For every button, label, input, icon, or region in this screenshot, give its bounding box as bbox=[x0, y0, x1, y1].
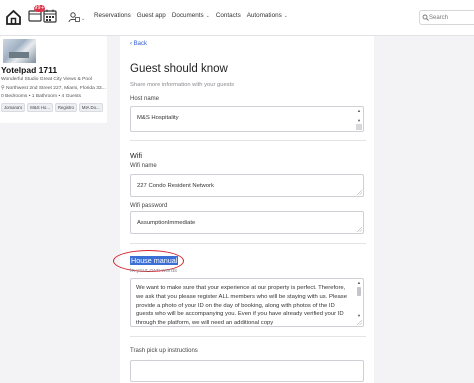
tag-chip[interactable]: Registro bbox=[54, 103, 77, 112]
chevron-down-icon: ⌄ bbox=[81, 16, 86, 22]
property-photo bbox=[3, 39, 36, 63]
host-name-value: M&S Hospitality bbox=[137, 115, 179, 121]
location-pin-icon: ⚲ bbox=[1, 86, 5, 91]
search-icon bbox=[422, 14, 429, 23]
house-manual-text: We want to make sure that your experienc… bbox=[136, 285, 347, 327]
wifi-password-field[interactable]: AssumptionImmediate bbox=[130, 211, 364, 234]
wifi-name-field[interactable]: 227 Condo Resident Network bbox=[130, 174, 364, 197]
nav-reservations[interactable]: Reservations bbox=[94, 12, 131, 19]
search-placeholder: Search bbox=[429, 14, 449, 21]
trash-label: Trash pick up instructions bbox=[130, 348, 198, 354]
resize-handle[interactable] bbox=[357, 227, 362, 232]
wifi-password-value: AssumptionImmediate bbox=[137, 220, 196, 226]
nav-automations-label: Automations bbox=[246, 12, 282, 19]
scroll-thumb[interactable] bbox=[357, 287, 361, 296]
nav-documents[interactable]: Documents ⌄ bbox=[172, 12, 210, 19]
scroll-down-icon[interactable]: ▼ bbox=[357, 313, 361, 318]
wifi-section-title: Wifi bbox=[130, 151, 142, 160]
host-name-label: Host name bbox=[130, 96, 160, 102]
house-manual-hint: In your own words bbox=[130, 268, 178, 274]
tag-chip[interactable]: MIA Do... bbox=[78, 103, 103, 112]
users-icon bbox=[68, 10, 80, 28]
home-icon[interactable] bbox=[5, 9, 22, 31]
scroll-up-icon[interactable]: ▲ bbox=[357, 280, 361, 285]
page-subtitle: Share more information with your guests bbox=[130, 82, 235, 88]
wifi-name-label: Wifi name bbox=[130, 163, 157, 169]
property-address-text: Northwest 2nd Street 227, Miami, Florida… bbox=[5, 86, 106, 91]
property-card[interactable]: Yotelpad 1711 Wonderful Studio Great Cit… bbox=[0, 36, 107, 123]
scrollbar[interactable]: ▲ ▼ bbox=[356, 108, 362, 123]
calendar-grid-icon[interactable] bbox=[43, 9, 57, 28]
nav-guest-app[interactable]: Guest app bbox=[137, 12, 166, 19]
tag-chip[interactable]: M&S Ho... bbox=[27, 103, 53, 112]
property-subtitle: Wonderful Studio Great City Views & Pool bbox=[1, 77, 92, 82]
nav-documents-label: Documents bbox=[171, 12, 204, 19]
resize-handle[interactable] bbox=[356, 124, 362, 130]
nav-contacts[interactable]: Contacts bbox=[216, 12, 241, 19]
wifi-name-value: 227 Condo Resident Network bbox=[137, 183, 214, 189]
property-tags: Jomana's M&S Ho... Registro MIA Do... bbox=[1, 103, 103, 112]
property-rooms: 0 Bedrooms • 1 Bathroom • 4 Guests bbox=[1, 94, 82, 99]
back-label: Back bbox=[133, 41, 148, 47]
host-name-field[interactable]: M&S Hospitality ▲ ▼ bbox=[130, 106, 364, 132]
divider bbox=[130, 140, 366, 141]
property-title: Yotelpad 1711 bbox=[1, 65, 58, 75]
wifi-password-label: Wifi password bbox=[130, 203, 168, 209]
main-nav: Reservations Guest app Documents ⌄ Contac… bbox=[94, 12, 288, 19]
trash-field[interactable] bbox=[130, 360, 364, 382]
user-menu-button[interactable]: ⌄ bbox=[68, 10, 85, 28]
chevron-down-icon: ⌄ bbox=[283, 12, 288, 19]
scroll-up-icon[interactable]: ▲ bbox=[357, 108, 361, 113]
tag-chip[interactable]: Jomana's bbox=[1, 103, 26, 112]
guest-info-panel bbox=[120, 36, 374, 383]
scrollbar[interactable]: ▲ ▼ bbox=[356, 280, 362, 318]
search-input[interactable]: Search bbox=[419, 10, 474, 25]
page-title: Guest should know bbox=[130, 63, 228, 75]
resize-handle[interactable] bbox=[357, 320, 362, 325]
chevron-down-icon: ⌄ bbox=[205, 12, 210, 19]
divider bbox=[130, 243, 366, 244]
back-link[interactable]: ‹ Back bbox=[130, 41, 147, 47]
scroll-down-icon[interactable]: ▼ bbox=[357, 118, 361, 123]
house-manual-textarea[interactable]: We want to make sure that your experienc… bbox=[130, 278, 364, 327]
property-address: ⚲ Northwest 2nd Street 227, Miami, Flori… bbox=[1, 85, 106, 91]
top-bar: 99+ ⌄ Reservations Guest app Documents ⌄ … bbox=[0, 0, 474, 36]
divider bbox=[130, 336, 366, 337]
chevron-left-icon: ‹ bbox=[130, 41, 132, 47]
resize-handle[interactable] bbox=[357, 190, 362, 195]
nav-automations[interactable]: Automations ⌄ bbox=[247, 12, 288, 19]
